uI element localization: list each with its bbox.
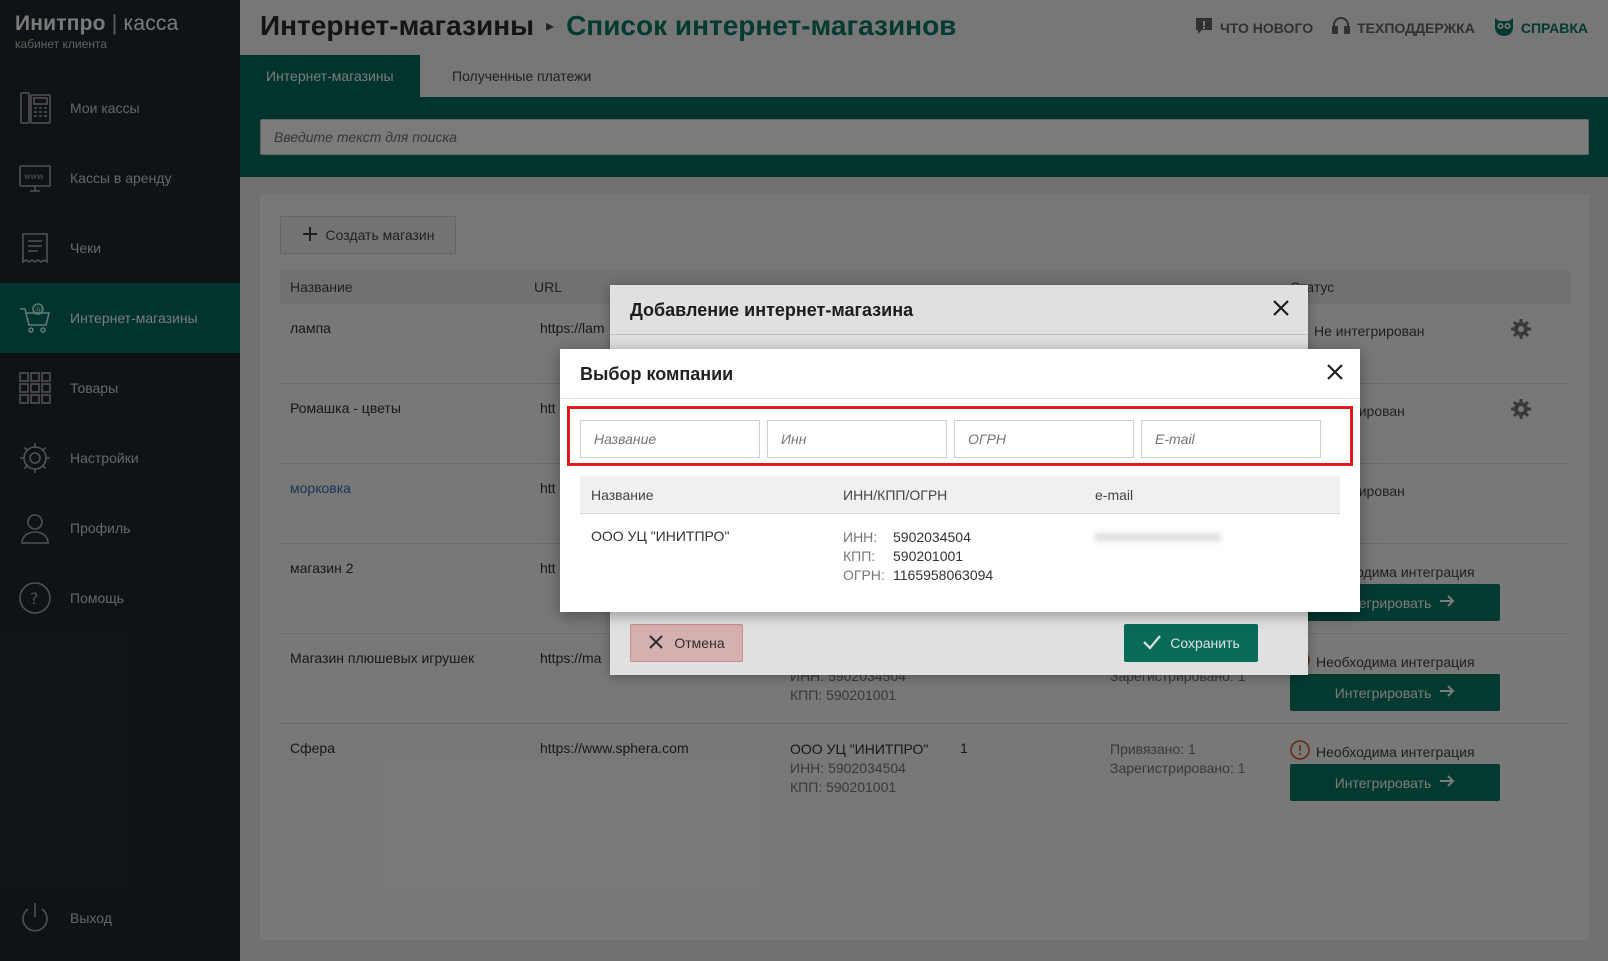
inn-label: ИНН: — [843, 529, 878, 545]
filter-inn-input[interactable] — [767, 420, 947, 458]
filter-highlight — [567, 406, 1353, 466]
company-name: ООО УЦ "ИНИТПРО" — [591, 528, 730, 544]
company-select-dialog: Выбор компании Название ИНН/КПП/ОГРН e-m… — [560, 349, 1360, 612]
kpp-label: КПП: — [843, 548, 876, 564]
company-table-header: Название ИНН/КПП/ОГРН e-mail — [580, 476, 1340, 514]
filter-name-input[interactable] — [580, 420, 760, 458]
column-name: Название — [591, 487, 654, 503]
company-ids: ИНН: 5902034504 КПП: 590201001 ОГРН: 116595… — [843, 528, 993, 585]
close-icon[interactable] — [1326, 363, 1344, 386]
kpp-value: 590201001 — [893, 548, 964, 564]
company-email-blurred: xxxxxxxxxxxxxxxxxx — [1095, 528, 1221, 544]
company-row[interactable]: ООО УЦ "ИНИТПРО" ИНН: 5902034504 КПП: 5902… — [580, 514, 1340, 592]
ogrn-value: 1165958063094 — [893, 567, 994, 583]
company-dialog-header: Выбор компании — [560, 349, 1360, 399]
company-dialog-title: Выбор компании — [580, 364, 734, 384]
inn-value: 5902034504 — [893, 529, 971, 545]
column-ids: ИНН/КПП/ОГРН — [843, 487, 948, 503]
ogrn-label: ОГРН: — [843, 567, 885, 583]
column-email: e-mail — [1095, 487, 1134, 503]
filter-ogrn-input[interactable] — [954, 420, 1134, 458]
filter-email-input[interactable] — [1141, 420, 1321, 458]
